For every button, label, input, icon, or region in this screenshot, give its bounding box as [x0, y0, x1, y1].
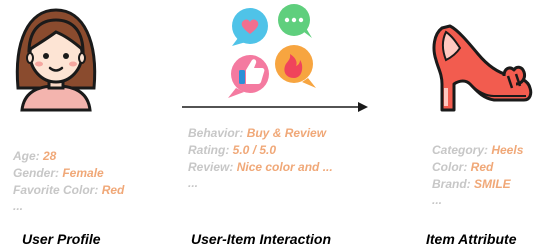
thumbs-up-bubble-icon: [228, 55, 269, 98]
item-attributes: Category: Heels Color: Red Brand: SMILE …: [432, 142, 523, 207]
fire-bubble-icon: [275, 45, 316, 88]
interaction-ellipsis: ...: [188, 176, 199, 190]
attr-category: Category: Heels: [432, 143, 524, 157]
attr-behavior: Behavior: Buy & Review: [188, 126, 327, 140]
interaction-attributes: Behavior: Buy & Review Rating: 5.0 / 5.0…: [188, 125, 333, 190]
user-ellipsis: ...: [13, 199, 24, 213]
item-attribute-caption: Item Attribute: [426, 231, 517, 247]
user-profile-caption: User Profile: [22, 231, 101, 247]
user-attributes: Age: 28 Gender: Female Favorite Color: R…: [13, 148, 124, 213]
arrow-right-icon: [180, 100, 370, 116]
attr-rating: Rating: 5.0 / 5.0: [188, 143, 277, 157]
interaction-caption: User-Item Interaction: [191, 231, 332, 247]
chat-bubble-icon: [278, 4, 312, 38]
heart-bubble-icon: [232, 8, 268, 46]
attr-brand: Brand: SMILE: [432, 177, 511, 191]
attr-age: Age: 28: [13, 149, 57, 163]
high-heel-icon: [420, 18, 540, 118]
attr-gender: Gender: Female: [13, 166, 104, 180]
user-avatar-icon: [8, 2, 104, 112]
item-ellipsis: ...: [432, 193, 443, 207]
attr-favorite-color: Favorite Color: Red: [13, 183, 125, 197]
social-bubbles-icon: [222, 2, 322, 102]
attr-color: Color: Red: [432, 160, 494, 174]
attr-review: Review: Nice color and ...: [188, 160, 333, 174]
